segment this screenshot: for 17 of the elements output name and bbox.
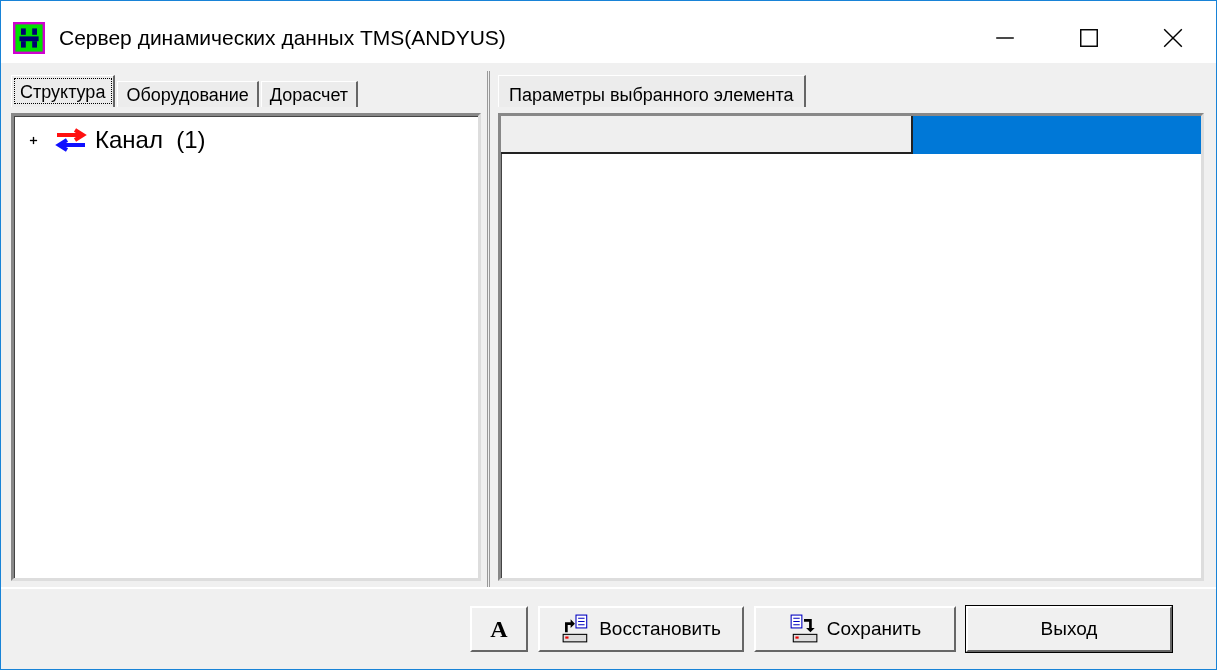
action-button[interactable]: Восстановить <box>538 606 744 652</box>
action-button[interactable]: Выход <box>966 606 1172 652</box>
window-title: Сервер динамических данных TMS(ANDYUS) <box>59 26 506 50</box>
save-icon <box>788 614 819 644</box>
arrows-icon <box>55 128 87 152</box>
tree-item[interactable]: Канал (1) <box>95 126 206 154</box>
tab[interactable]: Оборудование <box>117 81 259 107</box>
selected-cell[interactable] <box>913 116 1201 154</box>
tab[interactable]: Структура <box>11 75 116 107</box>
expand-toggle-icon[interactable] <box>29 135 38 145</box>
tab[interactable]: Дорасчет <box>260 81 359 107</box>
font-button[interactable]: A <box>470 606 528 652</box>
action-button[interactable]: Сохранить <box>754 606 956 652</box>
tab[interactable]: Параметры выбранного элемента <box>498 75 806 107</box>
close-icon[interactable] <box>1162 27 1184 49</box>
app-icon <box>13 22 45 54</box>
maximize-icon[interactable] <box>1078 27 1100 49</box>
